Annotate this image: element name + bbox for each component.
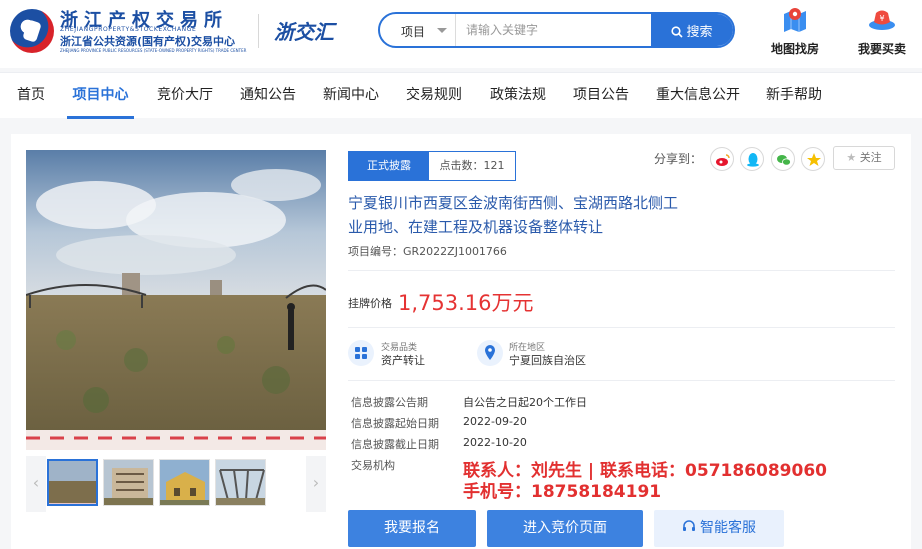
divider: [348, 327, 895, 328]
thumbnail-2[interactable]: [103, 459, 154, 506]
follow-button[interactable]: ★ 关注: [833, 146, 895, 170]
map-house-link[interactable]: 地图找房: [762, 5, 828, 57]
search-category-label: 项目: [401, 25, 426, 39]
search-button-label: 搜索: [686, 24, 713, 40]
nav-item-home[interactable]: 首页: [16, 73, 46, 119]
nav-item-notices[interactable]: 通知公告: [239, 73, 297, 119]
project-number-label: 项目编号：: [348, 245, 403, 258]
search-button[interactable]: 搜索: [651, 14, 733, 46]
nav-item-news[interactable]: 新闻中心: [322, 73, 380, 119]
smart-service-button[interactable]: 智能客服: [654, 510, 784, 547]
chevron-down-icon: [437, 28, 447, 33]
zhejiaohui-logo[interactable]: 浙交汇: [274, 16, 334, 45]
logo-english: ZHEJIANGPROPERTY&STOCKEXCHANGE: [60, 26, 197, 33]
search-input[interactable]: [458, 16, 648, 44]
divider: [348, 270, 895, 271]
buy-sell-link[interactable]: ¥ 我要买卖: [849, 5, 915, 57]
project-main-photo[interactable]: [26, 150, 326, 450]
nav-item-major-disclosure[interactable]: 重大信息公开: [655, 73, 741, 119]
buy-sell-label: 我要买卖: [857, 42, 906, 56]
mobile-line: 手机号：18758184191: [463, 482, 662, 502]
logo-icon[interactable]: [10, 9, 54, 53]
nav-item-project-center[interactable]: 项目中心: [67, 73, 134, 119]
click-count-label: 点击数：: [439, 159, 484, 172]
click-count-value: 121: [483, 159, 505, 172]
category-value: 资产转让: [381, 354, 425, 367]
disclosure-period-label: 信息披露公告期: [351, 396, 428, 409]
smart-service-label: 智能客服: [700, 520, 756, 536]
agency-label: 交易机构: [351, 459, 395, 472]
wechat-icon[interactable]: [771, 147, 795, 171]
status-badge: 正式披露: [349, 152, 429, 180]
project-title: 宁夏银川市西夏区金波南街西侧、宝湖西路北侧工业用地、在建工程及机器设备整体转让: [348, 194, 679, 236]
signup-button[interactable]: 我要报名: [348, 510, 476, 547]
nav-item-policies[interactable]: 政策法规: [489, 73, 547, 119]
map-house-icon: [780, 5, 810, 35]
thumbnail-strip: ‹ ›: [26, 456, 326, 512]
thumbnail-3[interactable]: [159, 459, 210, 506]
headset-icon: [683, 520, 695, 531]
region-value: 宁夏回族自治区: [509, 354, 586, 367]
logo-subtitle-english: ZHEJIANG PROVINCE PUBLIC RESOURCES (STAT…: [60, 48, 247, 53]
main-nav: 首页 项目中心 竞价大厅 通知公告 新闻中心 交易规则 政策法规 项目公告 重大…: [0, 72, 922, 119]
project-number-value: GR2022ZJ1001766: [403, 245, 507, 258]
thumbnail-4[interactable]: [215, 459, 266, 506]
disclosure-start-label: 信息披露起始日期: [351, 417, 439, 430]
price-value: 1,753.16万元: [398, 291, 534, 315]
nav-item-bidding-hall[interactable]: 竞价大厅: [156, 73, 214, 119]
nav-item-help[interactable]: 新手帮助: [765, 73, 823, 119]
share-label: 分享到：: [654, 152, 703, 166]
location-icon: [477, 340, 503, 366]
search-bar: 项目 搜索: [378, 12, 735, 48]
nav-item-project-announcements[interactable]: 项目公告: [572, 73, 630, 119]
money-bag-icon: ¥: [867, 5, 897, 35]
disclosure-start-value: 2022-09-20: [463, 415, 527, 428]
enter-bidding-button[interactable]: 进入竞价页面: [487, 510, 643, 547]
divider: [348, 380, 895, 381]
search-icon: [671, 25, 684, 38]
site-header: 浙江产权交易所 ZHEJIANGPROPERTY&STOCKEXCHANGE 浙…: [0, 0, 922, 68]
search-category-select[interactable]: 项目: [380, 14, 456, 46]
disclosure-period-value: 自公告之日起20个工作日: [463, 396, 587, 409]
logo-divider: [258, 14, 259, 48]
price-label: 挂牌价格: [348, 297, 392, 310]
click-count: 点击数：121: [429, 152, 515, 180]
project-number: 项目编号：GR2022ZJ1001766: [348, 243, 507, 259]
status-box: 正式披露 点击数：121: [348, 151, 516, 181]
disclosure-end-label: 信息披露截止日期: [351, 438, 439, 451]
nav-item-trading-rules[interactable]: 交易规则: [405, 73, 463, 119]
map-house-label: 地图找房: [770, 42, 819, 56]
svg-text:¥: ¥: [879, 14, 884, 23]
star-icon: ★: [846, 151, 857, 164]
weibo-icon[interactable]: [710, 147, 734, 171]
thumbnail-1[interactable]: [47, 459, 98, 506]
qq-icon[interactable]: [740, 147, 764, 171]
category-icon: [348, 340, 374, 366]
logo-subtitle: 浙江省公共资源(国有产权)交易中心: [60, 35, 236, 48]
thumbnail-next-button[interactable]: ›: [306, 456, 326, 512]
follow-label: 关注: [859, 151, 882, 164]
disclosure-end-value: 2022-10-20: [463, 436, 527, 449]
qzone-icon[interactable]: [801, 147, 825, 171]
thumbnail-prev-button[interactable]: ‹: [26, 456, 46, 512]
